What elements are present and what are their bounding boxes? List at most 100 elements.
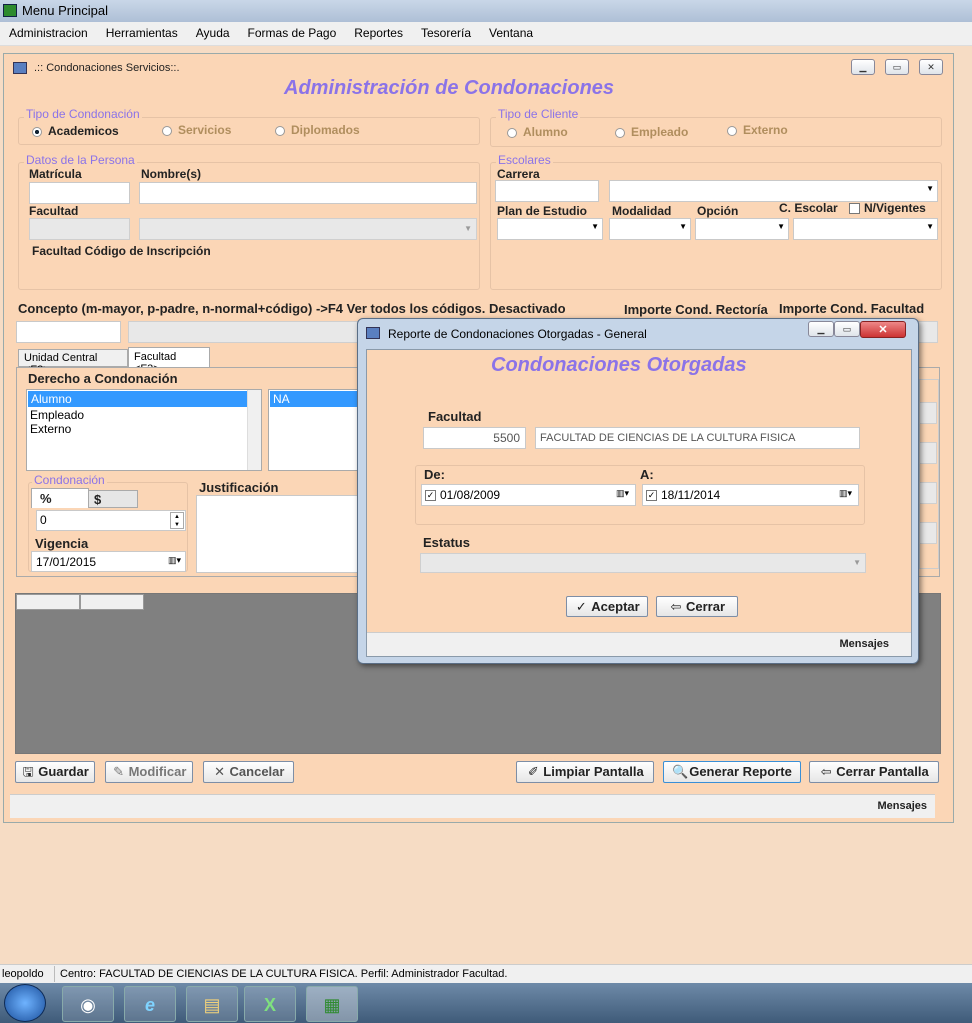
close-button[interactable]: ✕: [919, 59, 943, 75]
facultad-label: Facultad: [29, 204, 79, 218]
calendar-icon[interactable]: ▥▾: [839, 488, 852, 499]
list-item[interactable]: Empleado: [27, 408, 261, 422]
radio-externo[interactable]: Externo: [727, 123, 788, 137]
firefox-icon[interactable]: ◉: [62, 986, 114, 1022]
app-task-icon[interactable]: ▦: [306, 986, 358, 1022]
modalidad-select[interactable]: [609, 218, 691, 240]
nombres-input[interactable]: [139, 182, 477, 204]
tab-unidad-central[interactable]: Unidad Central <F2>: [18, 349, 128, 376]
cancel-icon: ✕: [214, 764, 225, 779]
a-label: A:: [640, 467, 654, 482]
status-divider: [54, 966, 55, 982]
window-caption: .:: Condonaciones Servicios::.: [34, 62, 180, 74]
modificar-button[interactable]: ✎ Modificar: [105, 761, 193, 783]
carrera-code-input[interactable]: [495, 180, 599, 202]
app-icon: [3, 4, 17, 17]
tipo-condonacion-title: Tipo de Condonación: [24, 107, 142, 121]
limpiar-pantalla-button[interactable]: ✐ Limpiar Pantalla: [516, 761, 654, 783]
de-datepicker[interactable]: ✓ 01/08/2009 ▥▾: [421, 484, 636, 506]
a-datepicker[interactable]: ✓ 18/11/2014 ▥▾: [642, 484, 859, 506]
dialog-maximize-button[interactable]: ▭: [834, 321, 860, 337]
radio-empleado-dot: [615, 127, 625, 138]
start-button[interactable]: [4, 984, 46, 1022]
ie-icon[interactable]: e: [124, 986, 176, 1022]
right-field-3: [919, 482, 937, 504]
radio-servicios-dot: [162, 125, 172, 136]
cescolar-select[interactable]: [793, 218, 938, 240]
justificacion-textarea[interactable]: [196, 495, 361, 573]
derecho-listbox[interactable]: Alumno Empleado Externo: [26, 389, 262, 471]
radio-alumno[interactable]: Alumno: [507, 125, 568, 139]
radio-empleado[interactable]: Empleado: [615, 125, 688, 139]
concepto-code-input[interactable]: [16, 321, 121, 343]
radio-academicos-dot: [32, 126, 42, 137]
maximize-button[interactable]: ▭: [885, 59, 909, 75]
stepper-arrows-icon[interactable]: ▲ ▼: [170, 512, 184, 529]
menu-ayuda[interactable]: Ayuda: [187, 22, 239, 40]
menu-formas-de-pago[interactable]: Formas de Pago: [239, 22, 346, 40]
derecho-right-listbox[interactable]: NA: [268, 389, 363, 471]
vigencia-datepicker[interactable]: 17/01/2015 ▥▾: [31, 551, 186, 572]
list-item[interactable]: NA: [270, 391, 361, 407]
plan-select[interactable]: [497, 218, 603, 240]
dialog-minimize-button[interactable]: ▁: [808, 321, 834, 337]
explorer-folder-icon[interactable]: ▤: [186, 986, 238, 1022]
tab-dollar[interactable]: $: [88, 490, 138, 508]
dialog-close-button[interactable]: ✕: [860, 321, 906, 338]
excel-icon[interactable]: X: [244, 986, 296, 1022]
de-check-icon[interactable]: ✓: [425, 490, 436, 502]
cerrar-button[interactable]: ⇦ Cerrar: [656, 596, 738, 617]
menu-ventana[interactable]: Ventana: [480, 22, 542, 40]
status-user: leopoldo: [2, 968, 44, 980]
calendar-icon[interactable]: ▥▾: [616, 488, 629, 499]
minimize-button[interactable]: ▁: [851, 59, 875, 75]
dialog-client: Condonaciones Otorgadas Facultad 5500 FA…: [366, 349, 912, 657]
menu-tesoreria[interactable]: Tesorería: [412, 22, 480, 40]
generar-reporte-button[interactable]: 🔍Generar Reporte: [663, 761, 801, 783]
listbox-scrollbar[interactable]: [247, 390, 261, 470]
child-statusbar: Mensajes: [10, 794, 935, 818]
guardar-button[interactable]: 🖫 Guardar: [15, 761, 95, 783]
importe-facultad-label: Importe Cond. Facultad: [779, 301, 925, 316]
condonacion-stepper[interactable]: 0 ▲ ▼: [36, 510, 186, 531]
cancelar-button[interactable]: ✕ Cancelar: [203, 761, 294, 783]
cerrar-pantalla-button[interactable]: ⇦ Cerrar Pantalla: [809, 761, 939, 783]
a-check-icon[interactable]: ✓: [646, 490, 657, 502]
tab-facultad[interactable]: Facultad <F3>: [128, 347, 210, 375]
nvigentes-checkbox[interactable]: N/Vigentes: [849, 201, 926, 215]
broom-icon: ✐: [527, 764, 539, 779]
right-field-4: [919, 522, 937, 544]
radio-diplomados[interactable]: Diplomados: [275, 123, 360, 137]
menu-administracion[interactable]: Administracion: [0, 22, 97, 40]
status-info: Centro: FACULTAD DE CIENCIAS DE LA CULTU…: [60, 968, 508, 980]
edit-icon: ✎: [113, 764, 125, 779]
app-titlebar: Menu Principal: [0, 0, 972, 22]
facultad-code-field[interactable]: 5500: [423, 427, 526, 449]
tab-percent[interactable]: %: [31, 488, 89, 508]
radio-alumno-dot: [507, 127, 517, 138]
menu-herramientas[interactable]: Herramientas: [97, 22, 187, 40]
menu-bar: Administracion Herramientas Ayuda Formas de…: [0, 22, 972, 46]
radio-servicios[interactable]: Servicios: [162, 123, 231, 137]
carrera-label: Carrera: [497, 167, 540, 181]
list-item[interactable]: Alumno: [28, 391, 260, 407]
list-item[interactable]: Externo: [27, 422, 261, 436]
right-field-1: [919, 402, 937, 424]
menu-reportes[interactable]: Reportes: [345, 22, 412, 40]
aceptar-button[interactable]: ✓ Aceptar: [566, 596, 648, 617]
calendar-icon[interactable]: ▥▾: [168, 555, 181, 566]
grid-header-cell[interactable]: [80, 594, 144, 610]
save-icon: 🖫: [22, 764, 34, 779]
app-statusbar: leopoldo Centro: FACULTAD DE CIENCIAS DE…: [0, 964, 972, 983]
carrera-select[interactable]: [609, 180, 938, 202]
exit-door-icon: ⇦: [670, 599, 682, 614]
opcion-select[interactable]: [695, 218, 789, 240]
codigo-inscripcion-label: Facultad Código de Inscripción: [32, 244, 211, 258]
grid-header-cell[interactable]: [16, 594, 80, 610]
right-field-2: [919, 442, 937, 464]
condonacion-title: Condonación: [32, 473, 107, 487]
dialog-title: Condonaciones Otorgadas: [491, 354, 747, 376]
matricula-input[interactable]: [29, 182, 130, 204]
dialog-statusbar: Mensajes: [367, 632, 911, 656]
radio-academicos[interactable]: Academicos: [32, 124, 119, 138]
